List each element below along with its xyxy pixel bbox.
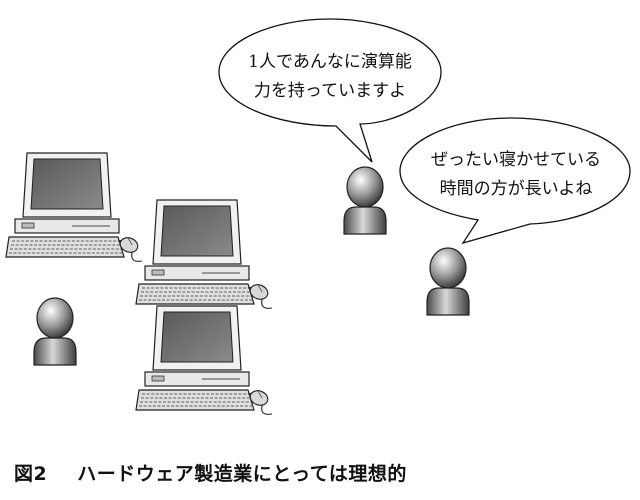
caption-text: ハードウェア製造業にとっては理想的: [77, 463, 407, 485]
bubble-line: 力を持っていますよ: [254, 81, 406, 101]
diagram-scene: 1人であんなに演算能 力を持っていますよ ぜったい寝かせている 時間の方が長いよ…: [5, 18, 631, 415]
figure-number: 図2: [14, 463, 48, 485]
bubble-line: ぜったい寝かせている: [431, 149, 601, 170]
figure-caption: 図2 ハードウェア製造業にとっては理想的: [14, 459, 407, 486]
bubble-line: 時間の方が長いよね: [440, 179, 593, 199]
speech-bubble: ぜったい寝かせている 時間の方が長いよね: [399, 117, 631, 245]
person-icon: [426, 247, 470, 316]
bubble-line: 1人であんなに演算能: [248, 52, 412, 72]
person-icon: [343, 166, 387, 235]
person-icon: [33, 297, 77, 366]
speech-bubble: 1人であんなに演算能 力を持っていますよ: [218, 18, 442, 163]
